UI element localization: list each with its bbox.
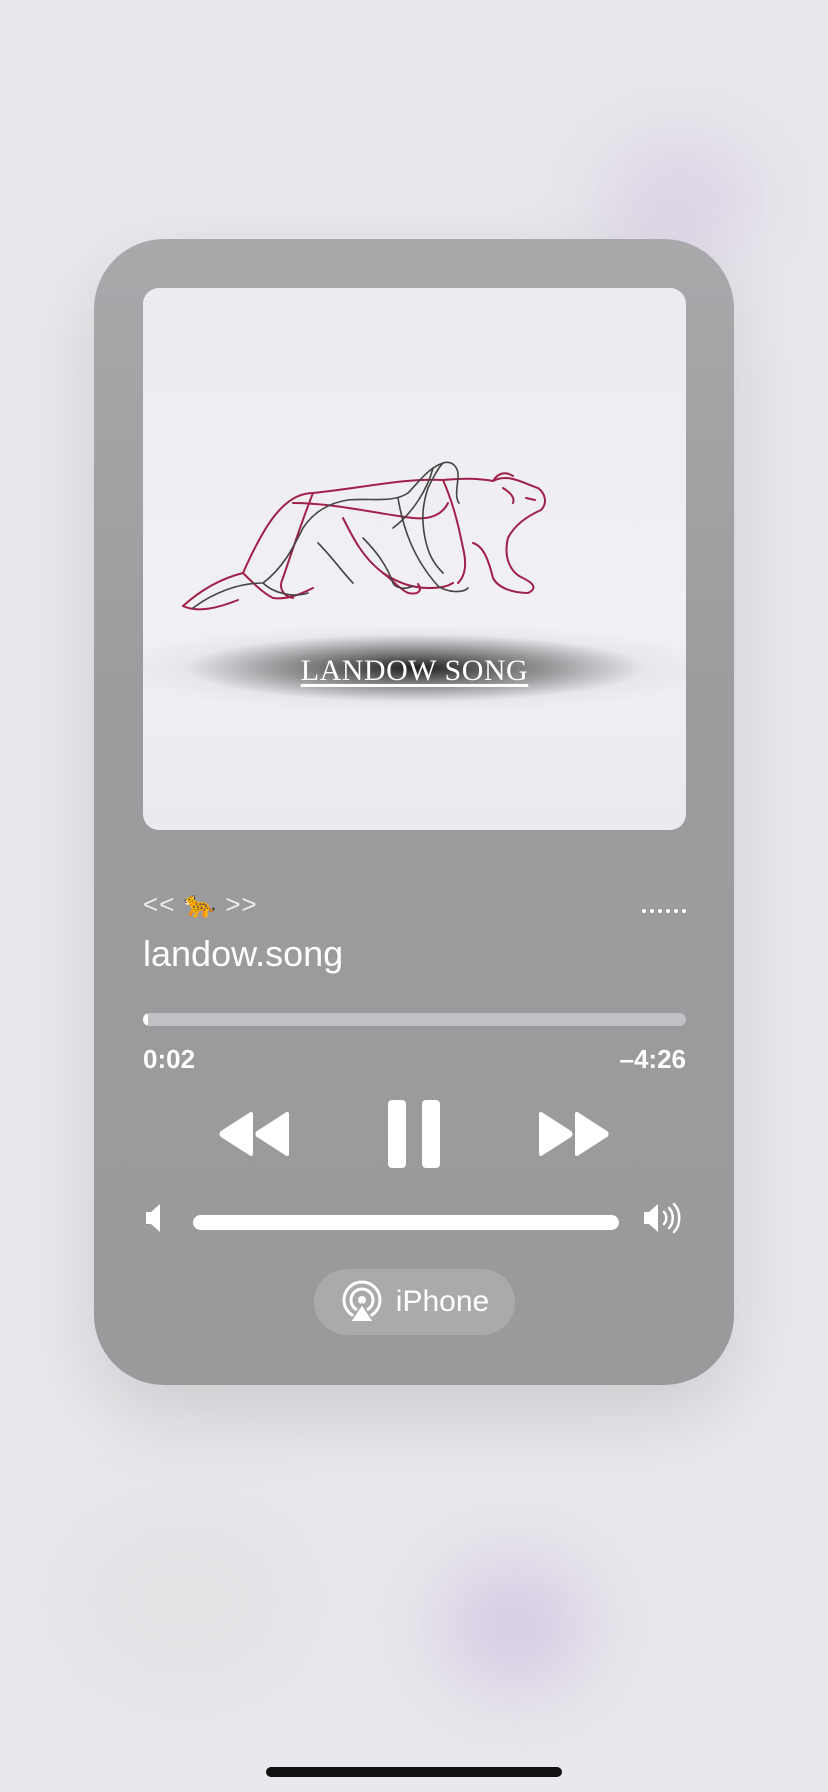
pause-button[interactable] — [374, 1089, 454, 1179]
volume-slider[interactable] — [193, 1215, 619, 1230]
now-playing-card: LANDOW SONG << 🐆 >> landow.song 0:02 –4:… — [94, 239, 734, 1385]
volume-slider-fill — [193, 1215, 619, 1230]
output-device-label: iPhone — [395, 1285, 490, 1318]
next-track-button[interactable] — [524, 1089, 624, 1179]
background-blur — [440, 1560, 590, 1690]
album-artwork[interactable]: LANDOW SONG — [143, 288, 686, 830]
speaker-low-icon — [146, 1204, 160, 1232]
remaining-time: –4:26 — [619, 1044, 687, 1074]
speaker-high-icon — [644, 1202, 681, 1234]
home-indicator[interactable] — [266, 1767, 562, 1777]
background-blur — [60, 1500, 310, 1700]
airplay-icon — [342, 1280, 382, 1323]
elapsed-time: 0:02 — [143, 1044, 196, 1074]
artist-subtitle[interactable]: << 🐆 >> — [143, 889, 258, 920]
volume-control — [94, 1199, 734, 1239]
song-title[interactable]: landow.song — [143, 933, 343, 975]
lioness-woman-drawing — [182, 461, 546, 611]
artwork-title: LANDOW SONG — [300, 654, 529, 687]
track-meta-row: << 🐆 >> — [143, 889, 686, 929]
playback-progress-bar[interactable] — [143, 1013, 686, 1026]
playback-progress-fill — [143, 1013, 149, 1026]
backward-icon — [219, 1112, 289, 1156]
forward-icon — [539, 1112, 609, 1156]
playback-controls — [94, 1089, 734, 1179]
pause-icon — [388, 1100, 440, 1168]
more-dots-icon[interactable] — [642, 909, 686, 913]
airplay-output-button[interactable]: iPhone — [314, 1269, 515, 1335]
previous-track-button[interactable] — [204, 1089, 304, 1179]
